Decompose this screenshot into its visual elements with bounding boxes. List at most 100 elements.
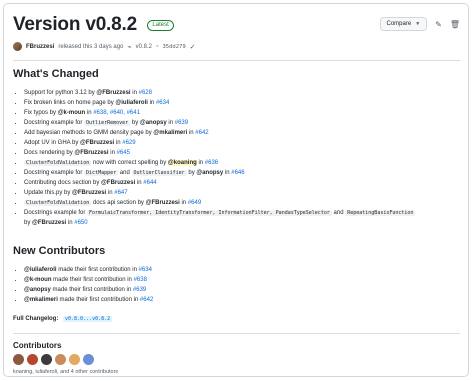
pr-link[interactable]: #639 <box>175 120 188 126</box>
item-text: now with correct spelling by <box>91 160 168 166</box>
item-text: made their first contribution in <box>57 297 140 303</box>
latest-badge: Latest <box>147 19 174 31</box>
list-item: Contributing docs section by @FBruzzesi … <box>24 178 415 188</box>
list-item: ClusterFoldValidation now with correct s… <box>24 158 415 168</box>
contributor-names: koaning, iuliaferoli, and 4 other contri… <box>13 369 119 375</box>
release-title: Version v0.8.2 <box>13 14 137 35</box>
pr-link[interactable]: #650 <box>74 220 87 226</box>
item-text: Add bayesian methods to GMM density page… <box>24 130 154 136</box>
user-link[interactable]: @FBruzzesi <box>74 150 108 156</box>
item-text: made their first contribution in <box>50 287 133 293</box>
avatar[interactable] <box>41 354 52 365</box>
item-text: by <box>186 170 197 176</box>
list-item: Docstring example for OutlierRemover by … <box>24 118 415 128</box>
contributor-avatars <box>13 354 94 365</box>
avatar[interactable] <box>83 354 94 365</box>
code-span: ClusterFoldValidation <box>24 200 92 206</box>
pr-link[interactable]: #629 <box>122 140 135 146</box>
list-item: Support for python 3.12 by @FBruzzesi in… <box>24 88 415 98</box>
list-item: Add bayesian methods to GMM density page… <box>24 128 415 138</box>
compare-button[interactable]: Compare ▼ <box>379 17 428 31</box>
pr-link[interactable]: #649 <box>188 200 201 206</box>
pr-link[interactable]: #645 <box>117 150 130 156</box>
changelog-link[interactable]: v0.8.0...v0.8.2 <box>63 316 113 322</box>
user-link[interactable]: @FBruzzesi <box>72 190 106 196</box>
item-text: in <box>179 200 188 206</box>
user-link[interactable]: @mkalimeri <box>153 130 187 136</box>
user-link[interactable]: @anopsy <box>24 287 51 293</box>
item-text: docs api section by <box>91 200 146 206</box>
pr-link[interactable]: #644 <box>143 180 156 186</box>
item-text: in <box>166 120 175 126</box>
item-text: Docstring example for <box>24 120 85 126</box>
list-item: ClusterFoldValidation docs api section b… <box>24 198 415 208</box>
avatar[interactable] <box>27 354 38 365</box>
list-item: Adopt UV in GHA by @FBruzzesi in #629 <box>24 138 415 148</box>
list-item: Docstring example for DictMapper and Out… <box>24 168 415 178</box>
user-link[interactable]: @FBruzzesi <box>146 200 180 206</box>
pr-link[interactable]: #646 <box>231 170 244 176</box>
list-item: Docs rendering by @FBruzzesi in #645 <box>24 148 415 158</box>
pr-link[interactable]: #638 <box>134 277 147 283</box>
pr-link[interactable]: #634 <box>139 267 152 273</box>
user-link[interactable]: @koaning <box>167 160 197 166</box>
commit-link[interactable]: 35dd279 <box>162 44 185 50</box>
list-item: Fix typos by @k-moun in #638, #640, #641 <box>24 108 415 118</box>
pr-link[interactable]: #647 <box>114 190 127 196</box>
item-text: made their first contribution in <box>51 277 134 283</box>
changelog-label: Full Changelog: <box>13 316 59 322</box>
author-link[interactable]: FBruzzesi <box>26 44 54 50</box>
avatar[interactable] <box>69 354 80 365</box>
item-text: Fix broken links on home page by <box>24 100 116 106</box>
list-item: @anopsy made their first contribution in… <box>24 285 153 295</box>
pr-link[interactable]: #642 <box>195 130 208 136</box>
item-text: by <box>24 220 33 226</box>
item-text: made their first contribution in <box>56 267 139 273</box>
list-item-continued: by @FBruzzesi in #650 <box>24 218 415 228</box>
user-link[interactable]: @FBruzzesi <box>32 220 66 226</box>
tag-link[interactable]: v0.8.2 <box>136 44 152 50</box>
trash-icon[interactable]: 🗑 <box>450 20 460 29</box>
chevron-down-icon: ▼ <box>415 21 421 27</box>
list-item: Fix broken links on home page by @iuliaf… <box>24 98 415 108</box>
code-span: RepeatingBasisFunction <box>345 210 416 216</box>
item-text: Support for python 3.12 by <box>24 90 97 96</box>
user-link[interactable]: @FBruzzesi <box>96 90 130 96</box>
user-link[interactable]: @FBruzzesi <box>101 180 135 186</box>
code-span: ClusterFoldValidation <box>24 160 92 166</box>
pr-link[interactable]: #638, #640, #641 <box>93 110 140 116</box>
tag-icon: ⌁ <box>127 43 132 51</box>
user-link[interactable]: @k-moun <box>24 277 52 283</box>
item-text: in <box>147 100 156 106</box>
new-contributors-list: @iuliaferoli made their first contributi… <box>13 265 153 305</box>
list-item: Update this.py by @FBruzzesi in #647 <box>24 188 415 198</box>
user-link[interactable]: @mkalimeri <box>24 297 58 303</box>
release-meta: FBruzzesi released this 3 days ago ⌁ v0.… <box>13 42 196 51</box>
changes-list: Support for python 3.12 by @FBruzzesi in… <box>13 88 416 228</box>
item-text: in <box>130 90 139 96</box>
user-link[interactable]: @iuliaferoli <box>115 100 148 106</box>
item-text: Contributing docs section by <box>24 180 102 186</box>
user-link[interactable]: @iuliaferoli <box>24 267 57 273</box>
code-span: FormulaicTransformer, IdentityTransforme… <box>87 210 332 216</box>
item-text: Adopt UV in GHA by <box>24 140 81 146</box>
pr-link[interactable]: #634 <box>156 100 169 106</box>
code-span: OutlierClassifier <box>131 170 187 176</box>
item-text: by <box>130 120 140 126</box>
avatar[interactable] <box>13 42 22 51</box>
item-text: Docs rendering by <box>24 150 75 156</box>
avatar[interactable] <box>55 354 66 365</box>
pr-link[interactable]: #628 <box>139 90 152 96</box>
user-link[interactable]: @k-moun <box>58 110 86 116</box>
user-link[interactable]: @anopsy <box>196 170 223 176</box>
pr-link[interactable]: #639 <box>133 287 146 293</box>
pencil-icon[interactable]: ✎ <box>435 20 442 29</box>
avatar[interactable] <box>13 354 24 365</box>
item-text: and <box>331 210 346 216</box>
item-text: Update this.py by <box>24 190 73 196</box>
user-link[interactable]: @FBruzzesi <box>80 140 114 146</box>
pr-link[interactable]: #642 <box>140 297 153 303</box>
full-changelog: Full Changelog: v0.8.0...v0.8.2 <box>13 316 113 322</box>
pr-link[interactable]: #636 <box>205 160 218 166</box>
user-link[interactable]: @anopsy <box>140 120 167 126</box>
